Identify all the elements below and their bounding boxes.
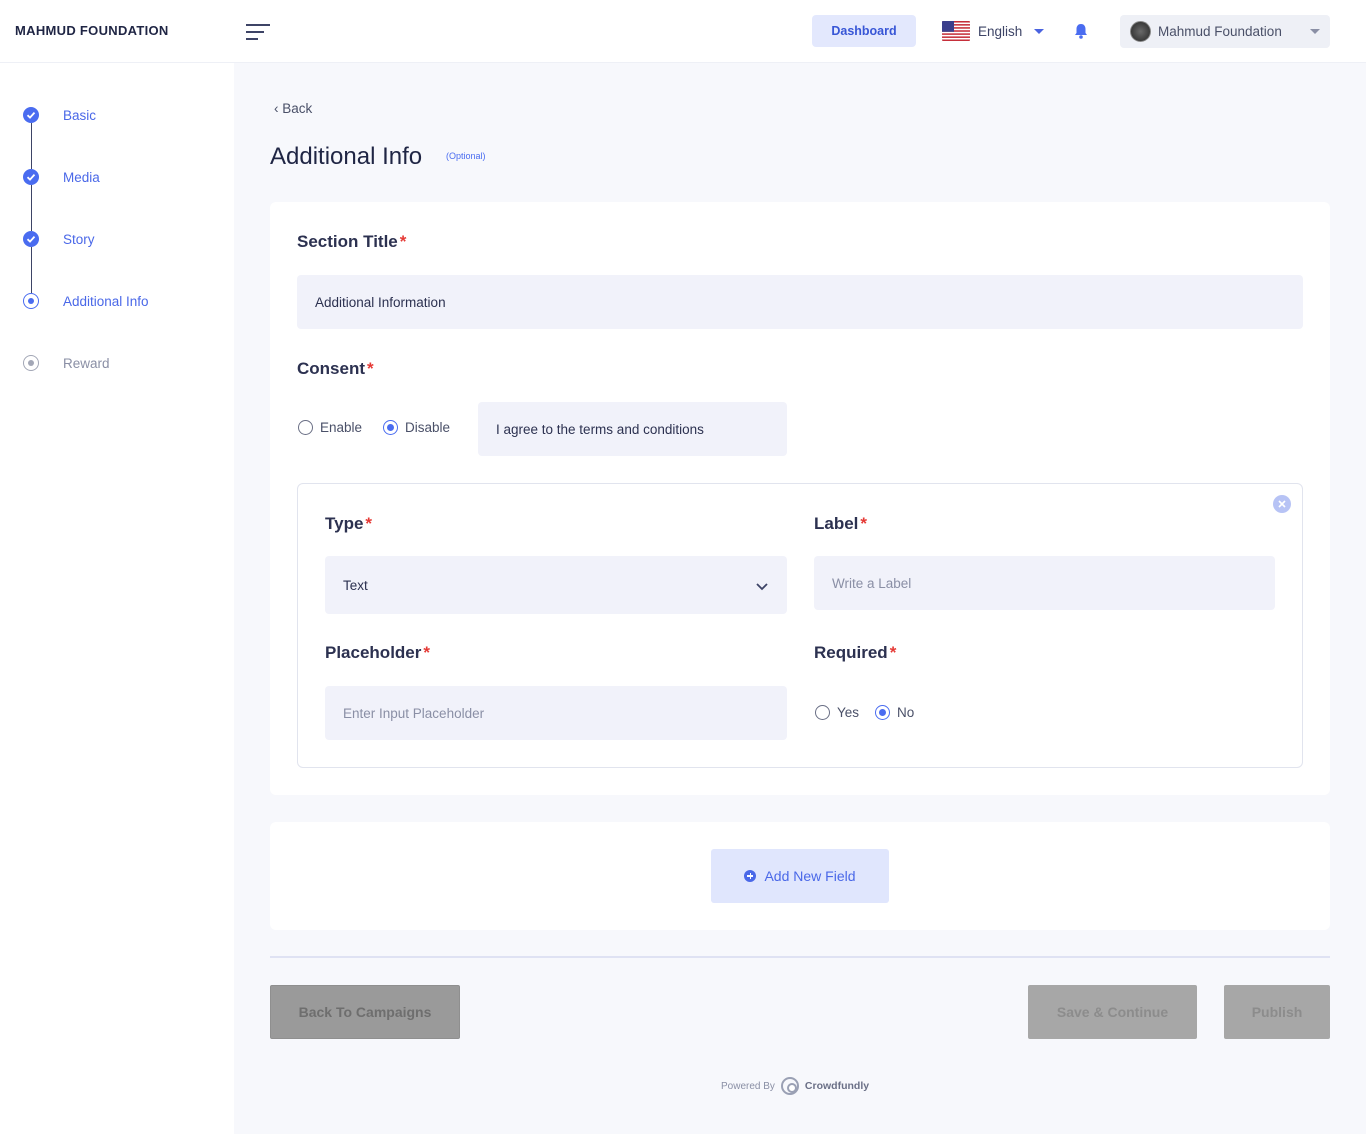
- sidebar-step-label: Story: [63, 231, 95, 247]
- check-icon: [23, 231, 39, 247]
- current-step-icon: [23, 293, 39, 309]
- top-bar: MAHMUD FOUNDATION Dashboard English Mahm…: [0, 0, 1366, 63]
- required-label: Required *: [814, 643, 897, 662]
- crowdfundly-logo-icon: [780, 1077, 799, 1095]
- user-menu[interactable]: Mahmud Foundation: [1120, 15, 1330, 48]
- required-no-radio[interactable]: No: [875, 705, 914, 720]
- us-flag-icon: [942, 21, 970, 41]
- footer-brand[interactable]: Crowdfundly: [805, 1080, 869, 1092]
- consent-text-input[interactable]: I agree to the terms and conditions: [478, 402, 787, 456]
- check-icon: [23, 107, 39, 123]
- radio-label: Enable: [320, 420, 363, 435]
- consent-enable-radio[interactable]: Enable: [298, 420, 362, 435]
- language-selector[interactable]: English: [942, 21, 1045, 41]
- sidebar-step-media[interactable]: Media: [23, 169, 100, 185]
- check-icon: [23, 169, 39, 185]
- radio-label: Yes: [837, 705, 860, 720]
- label-input[interactable]: Write a Label: [814, 556, 1275, 610]
- sidebar-step-reward[interactable]: Reward: [23, 355, 110, 371]
- page-title: Additional Info: [270, 143, 423, 170]
- add-new-field-button[interactable]: Add New Field: [711, 849, 889, 903]
- radio-circle: [815, 705, 830, 720]
- menu-toggle-icon[interactable]: [246, 22, 270, 42]
- radio-circle: [298, 420, 313, 435]
- chevron-down-icon: [1310, 29, 1320, 34]
- bell-icon[interactable]: [1072, 22, 1090, 40]
- divider: [270, 956, 1330, 958]
- radio-label: Disable: [405, 420, 451, 435]
- save-continue-button[interactable]: Save & Continue: [1028, 985, 1197, 1039]
- plus-circle-icon: [744, 870, 757, 882]
- sidebar: [0, 63, 234, 1134]
- section-title-label: Section Title *: [297, 232, 407, 251]
- placeholder-input[interactable]: Enter Input Placeholder: [325, 686, 787, 740]
- back-to-campaigns-button[interactable]: Back To Campaigns: [270, 985, 460, 1039]
- back-link[interactable]: ‹ Back: [274, 101, 312, 116]
- caret-down-icon: [1034, 28, 1045, 34]
- step-connector: [31, 247, 32, 293]
- step-connector: [31, 185, 32, 231]
- user-name: Mahmud Foundation: [1158, 24, 1282, 39]
- sidebar-step-label: Additional Info: [63, 293, 149, 309]
- optional-tag: (Optional): [446, 151, 486, 161]
- sidebar-step-label: Reward: [63, 355, 110, 371]
- radio-label: No: [897, 705, 915, 720]
- sidebar-step-label: Basic: [63, 107, 97, 123]
- close-icon[interactable]: [1273, 495, 1291, 513]
- avatar: [1130, 21, 1151, 42]
- footer: Powered By Crowdfundly: [721, 1077, 869, 1095]
- required-yes-radio[interactable]: Yes: [815, 705, 859, 720]
- powered-by-label: Powered By: [721, 1080, 775, 1092]
- back-link-label: Back: [282, 101, 313, 116]
- type-label: Type *: [325, 514, 373, 533]
- consent-disable-radio[interactable]: Disable: [383, 420, 450, 435]
- sidebar-step-story[interactable]: Story: [23, 231, 95, 247]
- sidebar-step-label: Media: [63, 169, 100, 185]
- label-label: Label *: [814, 514, 868, 533]
- add-new-field-label: Add New Field: [764, 868, 856, 884]
- placeholder-label: Placeholder *: [325, 643, 430, 662]
- brand-name[interactable]: MAHMUD FOUNDATION: [15, 23, 169, 38]
- sidebar-step-additional-info[interactable]: Additional Info: [23, 293, 149, 309]
- chevron-down-icon: [756, 578, 768, 591]
- section-title-input[interactable]: Additional Information: [297, 275, 1303, 329]
- sidebar-step-basic[interactable]: Basic: [23, 107, 96, 123]
- radio-circle: [875, 705, 890, 720]
- language-label: English: [978, 23, 1023, 39]
- type-select[interactable]: Text: [325, 556, 787, 614]
- dashboard-button[interactable]: Dashboard: [812, 15, 916, 47]
- radio-circle: [383, 420, 398, 435]
- publish-button[interactable]: Publish: [1224, 985, 1330, 1039]
- step-connector: [31, 123, 32, 169]
- pending-step-icon: [23, 355, 39, 371]
- consent-label: Consent *: [297, 359, 374, 378]
